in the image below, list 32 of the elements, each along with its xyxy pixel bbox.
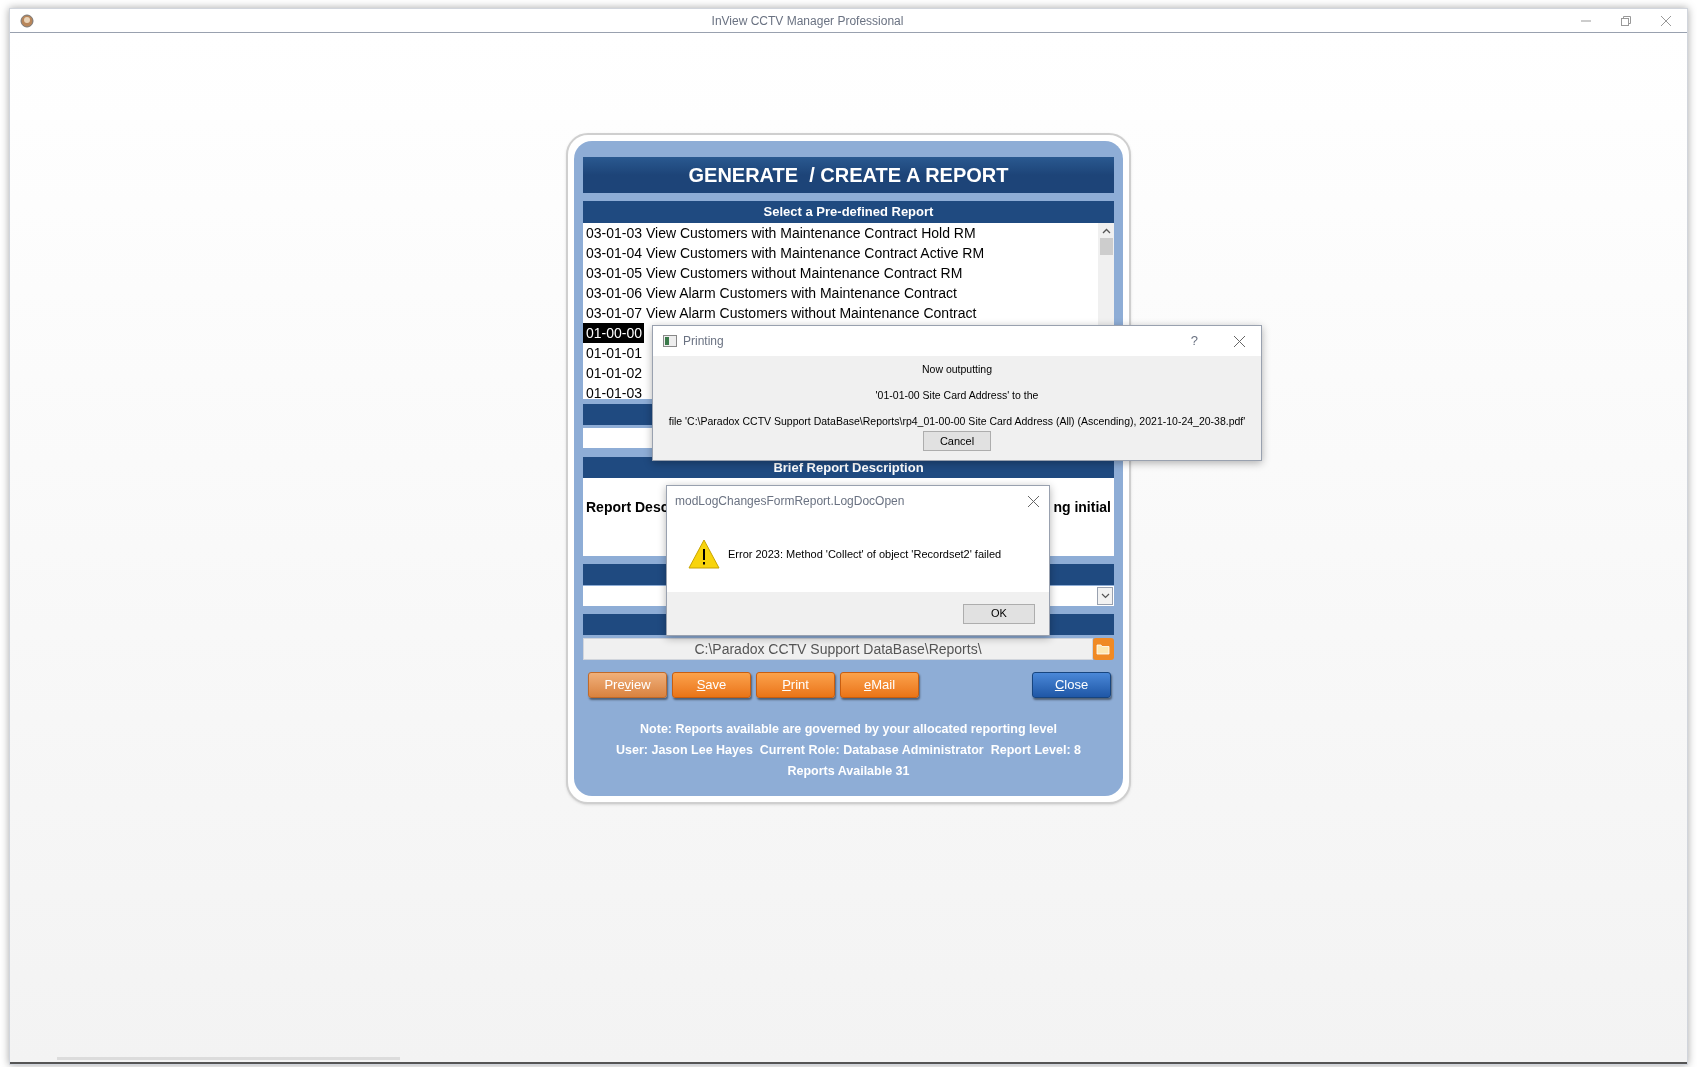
warning-icon: [688, 539, 720, 569]
restore-icon[interactable]: [1621, 15, 1631, 26]
note-text: User: Jason Lee Hayes Current Role: Database Administrator Report Level: 8: [616, 741, 1081, 759]
ok-button[interactable]: OK: [963, 603, 1035, 624]
app-icon: [20, 13, 34, 28]
printer-icon: [663, 335, 677, 347]
error-message: Error 2023: Method 'Collect' of object 'Recordset2' failed: [728, 546, 1002, 562]
close-icon[interactable]: [1661, 15, 1671, 26]
note-text: Note: Reports available are governed by your allocated reporting level: [640, 721, 1057, 738]
close-button[interactable]: Close: [1032, 672, 1111, 698]
progress-message: file 'C:\Paradox CCTV Support DataBase\Reports\rp4_01-00-00 Site Card Address (All) (Ascending), 2021-10-24_20-38.pdf': [668, 413, 1246, 429]
scrollbar-thumb[interactable]: [1099, 238, 1113, 255]
folder-path-field[interactable]: C:\Paradox CCTV Support DataBase\Reports\: [583, 638, 1093, 660]
progress-message: Now outputting: [921, 362, 992, 377]
window-title: InView CCTV Manager Professional: [711, 12, 904, 30]
dropdown-button[interactable]: [1097, 587, 1113, 605]
chevron-down-icon: [1100, 593, 1110, 599]
report-description-text: ng initial: [1053, 498, 1111, 517]
report-list-item[interactable]: 01-00-00: [583, 323, 645, 343]
folder-icon: [1096, 643, 1111, 655]
progress-message: '01-01-00 Site Card Address' to the: [875, 387, 1039, 403]
scroll-up-icon[interactable]: [1101, 228, 1111, 234]
help-button[interactable]: ?: [1190, 331, 1198, 351]
section-heading: Select a Pre-defined Report: [583, 201, 1114, 223]
dialog-title: modLogChangesFormReport.LogDocOpen: [675, 493, 905, 510]
close-icon[interactable]: [1234, 335, 1245, 347]
close-icon[interactable]: [1028, 495, 1039, 507]
form-title: GENERATE / CREATE A REPORT: [583, 157, 1114, 193]
browse-folder-button[interactable]: [1093, 638, 1114, 660]
cancel-button[interactable]: Cancel: [923, 431, 991, 452]
dialog-title: Printing: [683, 333, 724, 350]
note-text: Reports Available 31: [787, 762, 910, 780]
